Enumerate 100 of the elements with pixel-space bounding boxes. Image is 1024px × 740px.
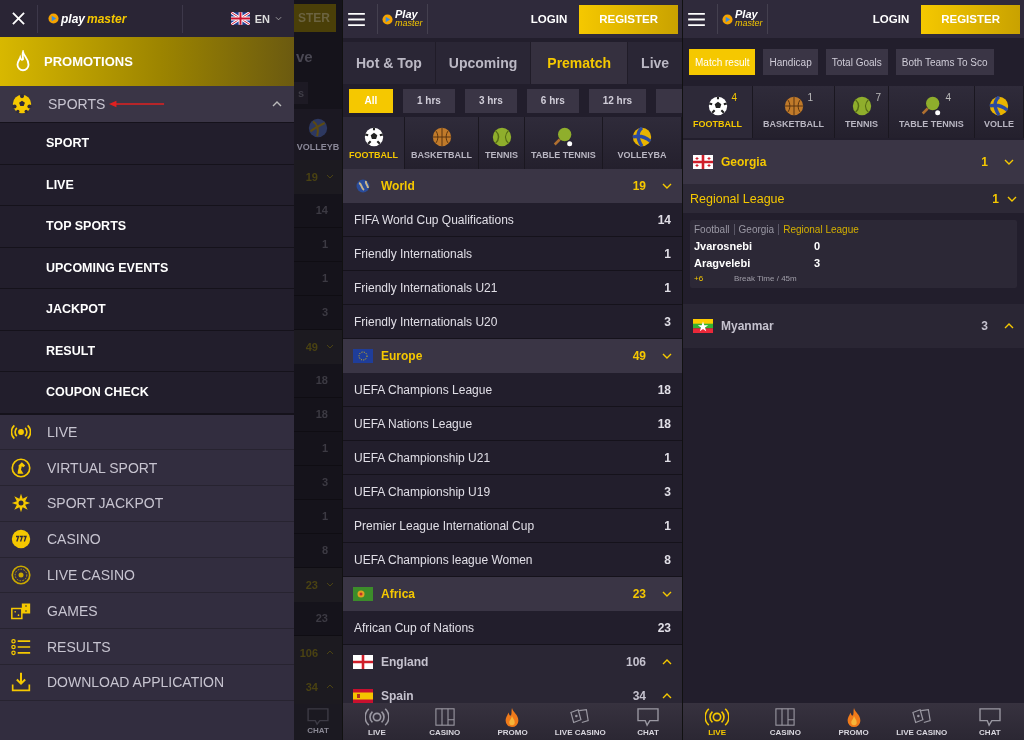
tennis-ball-icon: [491, 126, 512, 147]
league-row[interactable]: UEFA Nations League 18: [343, 407, 682, 441]
sport-tab[interactable]: TENNIS: [479, 117, 525, 169]
menu-item[interactable]: DOWNLOAD APPLICATION: [0, 665, 294, 701]
logo: Play master: [377, 4, 428, 34]
menu-item[interactable]: LIVE CASINO: [0, 557, 294, 594]
market-chip[interactable]: Handicap: [763, 49, 818, 75]
submenu-item[interactable]: RESULT: [0, 329, 294, 371]
team-name: Jvarosnebi: [694, 240, 754, 252]
arrow-icon: [109, 100, 166, 108]
nav-item[interactable]: CASINO: [410, 703, 479, 740]
team-score: 3: [814, 257, 821, 269]
nav-item[interactable]: PROMO: [478, 703, 547, 740]
league-row[interactable]: Friendly Internationals 1: [343, 237, 682, 271]
sport-tab[interactable]: VOLLEYBA: [602, 117, 682, 169]
league-row[interactable]: Regional League 1: [683, 184, 1024, 213]
basketball-icon: [431, 126, 452, 147]
broadcast-icon: [364, 706, 389, 727]
match-status: Break Time / 45m: [734, 274, 797, 283]
menu-item[interactable]: RESULTS: [0, 629, 294, 666]
tab[interactable]: Prematch: [531, 42, 629, 84]
event-count: 4: [731, 91, 738, 103]
nav-item[interactable]: CHAT: [614, 703, 682, 740]
logo: Play master: [717, 4, 768, 34]
nav-item[interactable]: LIVE: [683, 703, 752, 740]
sport-tab[interactable]: TABLE TENNIS: [525, 117, 603, 169]
menu-item[interactable]: SPORT JACKPOT: [0, 486, 294, 522]
filter-chip[interactable]: 12 hrs: [588, 88, 647, 113]
league-row[interactable]: Premier League International Cup 1: [343, 509, 682, 543]
menu-item[interactable]: CASINO: [0, 521, 294, 558]
sport-tab[interactable]: 1 BASKETBALL: [753, 86, 835, 138]
submenu-item[interactable]: LIVE: [0, 163, 294, 205]
sport-tab[interactable]: 7 TENNIS: [835, 86, 889, 138]
sport-tab[interactable]: VOLLE: [974, 86, 1024, 138]
flag-icon: [693, 155, 713, 169]
country-row[interactable]: World 19: [343, 169, 682, 203]
menu-item[interactable]: GAMES: [0, 593, 294, 630]
chevron-icon: [275, 16, 282, 21]
menu-icon[interactable]: [688, 12, 705, 26]
volleyball-icon: [308, 117, 328, 138]
nav-item[interactable]: LIVE: [343, 703, 411, 740]
sports-item[interactable]: SPORTS: [0, 86, 294, 122]
sport-tab[interactable]: 4 TABLE TENNIS: [889, 86, 975, 138]
breadcrumb-country: Georgia: [733, 224, 779, 235]
submenu-item[interactable]: COUPON CHECK: [0, 371, 294, 413]
filter-chip[interactable]: 6 hrs: [526, 88, 579, 113]
language-selector[interactable]: EN: [230, 12, 282, 25]
country-row[interactable]: Europe 49: [343, 339, 682, 373]
filter-chip[interactable]: 1 hrs: [403, 88, 455, 113]
tab-label: ve: [295, 48, 313, 66]
submenu-item[interactable]: TOP SPORTS: [0, 205, 294, 247]
country-row[interactable]: Africa 23: [343, 577, 682, 611]
login-button[interactable]: LOGIN: [866, 12, 916, 26]
flag-icon: [353, 655, 373, 669]
tab[interactable]: Hot & Top: [343, 42, 436, 84]
filter-chip[interactable]: 3 hrs: [464, 88, 517, 113]
nav-item[interactable]: LIVE CASINO: [887, 703, 956, 740]
chat-icon: [977, 706, 1002, 727]
league-row[interactable]: UEFA Championship U19 3: [343, 475, 682, 509]
slot-machine-icon: [432, 706, 457, 727]
chat-icon: [307, 708, 329, 727]
nav-item[interactable]: PROMO: [819, 703, 888, 740]
event-count: 7: [875, 91, 882, 103]
country-row[interactable]: England 106: [343, 645, 682, 679]
menu-item[interactable]: LIVE: [0, 414, 294, 451]
sport-tab[interactable]: BASKETBALL: [405, 117, 479, 169]
submenu-item[interactable]: UPCOMING EVENTS: [0, 246, 294, 288]
league-row[interactable]: Friendly Internationals U21 1: [343, 271, 682, 305]
nav-item[interactable]: CHAT: [955, 703, 1024, 740]
table-tennis-icon: [553, 126, 574, 147]
slot-machine-icon: [773, 706, 798, 727]
close-icon[interactable]: [12, 12, 25, 25]
basketball-icon: [783, 95, 804, 116]
league-row[interactable]: UEFA Championship U21 1: [343, 441, 682, 475]
breadcrumb-sport: Football: [694, 224, 731, 235]
league-row[interactable]: FIFA World Cup Qualifications 14: [343, 203, 682, 237]
market-chip[interactable]: Both Teams To Sco: [895, 49, 994, 75]
country-row[interactable]: Spain 34: [343, 679, 682, 703]
submenu-item[interactable]: SPORT: [0, 122, 294, 164]
nav-item[interactable]: CASINO: [751, 703, 820, 740]
football-icon: [12, 94, 32, 114]
menu-item[interactable]: VIRTUAL SPORT: [0, 450, 294, 487]
horse-icon: [11, 457, 31, 478]
chat-icon: [636, 706, 661, 727]
nav-item[interactable]: LIVE CASINO: [546, 703, 615, 740]
country-row[interactable]: Myanmar 3: [683, 304, 1024, 348]
match-card[interactable]: Football Georgia Regional League Jvarosnebi 0 Aragvelebi 3 +6 Break Time / 45m: [690, 220, 1017, 288]
football-icon: [707, 95, 728, 116]
broadcast-icon: [705, 706, 730, 727]
country-row[interactable]: Georgia 1: [683, 140, 1024, 184]
submenu-item[interactable]: JACKPOT: [0, 288, 294, 330]
league-row[interactable]: UEFA Champions League 18: [343, 373, 682, 407]
download-icon: [11, 672, 31, 693]
market-chip[interactable]: Total Goals: [825, 49, 888, 75]
menu-icon[interactable]: [348, 12, 365, 26]
login-button[interactable]: LOGIN: [524, 12, 574, 26]
coin-icon: [11, 529, 31, 550]
flag-icon: [353, 349, 373, 363]
football-icon: [363, 126, 384, 147]
star-icon: [11, 493, 31, 514]
